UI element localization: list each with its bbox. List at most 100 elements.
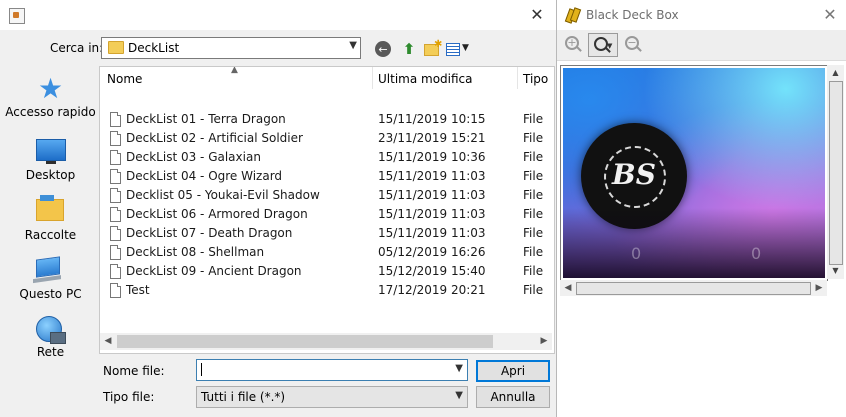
places-bar: ★ Accesso rapido Desktop Raccolte Questo… bbox=[4, 66, 97, 416]
scrollbar-thumb[interactable] bbox=[117, 335, 493, 348]
file-type: File bbox=[523, 188, 544, 202]
file-row[interactable]: DeckList 08 - Shellman 05/12/2019 16:26 … bbox=[100, 243, 554, 262]
place-label: Desktop bbox=[25, 168, 76, 182]
scrollbar-thumb[interactable] bbox=[829, 81, 843, 265]
file-type: File bbox=[523, 169, 544, 183]
place-label: Questo PC bbox=[19, 287, 82, 301]
column-header-name[interactable]: Nome bbox=[107, 72, 142, 86]
place-quick-access[interactable]: ★ Accesso rapido bbox=[4, 75, 97, 120]
scroll-down-icon[interactable]: ▼ bbox=[827, 263, 844, 279]
file-icon bbox=[110, 226, 121, 241]
open-button[interactable]: Apri bbox=[476, 360, 550, 382]
look-in-dropdown[interactable]: DeckList ▼ bbox=[101, 37, 361, 59]
file-row[interactable]: DeckList 01 - Terra Dragon 15/11/2019 10… bbox=[100, 110, 554, 129]
file-type-label: Tipo file: bbox=[103, 390, 155, 404]
dialog-close-button[interactable]: ✕ bbox=[526, 5, 548, 25]
view-menu-button[interactable]: ▼ bbox=[446, 40, 472, 58]
look-in-label: Cerca in: bbox=[50, 41, 104, 55]
file-row[interactable]: Decklist 05 - Youkai-Evil Shadow 15/11/2… bbox=[100, 186, 554, 205]
file-icon bbox=[110, 245, 121, 260]
file-modified: 05/12/2019 16:26 bbox=[378, 245, 486, 259]
text-caret bbox=[201, 363, 202, 376]
file-row[interactable]: DeckList 06 - Armored Dragon 15/11/2019 … bbox=[100, 205, 554, 224]
chevron-down-icon[interactable]: ▼ bbox=[455, 363, 463, 374]
file-icon bbox=[110, 283, 121, 298]
chevron-down-icon: ▼ bbox=[462, 43, 469, 53]
cancel-button[interactable]: Annulla bbox=[476, 386, 550, 408]
column-divider[interactable] bbox=[517, 67, 518, 89]
back-button[interactable]: ← bbox=[375, 41, 391, 57]
file-name: Decklist 05 - Youkai-Evil Shadow bbox=[126, 188, 320, 202]
file-icon bbox=[110, 169, 121, 184]
file-modified: 15/11/2019 11:03 bbox=[378, 169, 486, 183]
place-label: Rete bbox=[36, 345, 65, 359]
file-type: File bbox=[523, 245, 544, 259]
deck-box-window: Black Deck Box ✕ + ▼ − BS 0 0 ▲ ▼ ◀ ▶ bbox=[557, 0, 846, 417]
image-vertical-scrollbar[interactable]: ▲ ▼ bbox=[827, 65, 844, 279]
desktop-icon bbox=[35, 139, 66, 164]
deck-counter-left: 0 bbox=[631, 244, 642, 263]
file-name-input[interactable]: ▼ bbox=[196, 359, 468, 381]
place-label: Raccolte bbox=[24, 228, 77, 242]
file-type: File bbox=[523, 226, 544, 240]
zoom-out-button[interactable]: − bbox=[620, 33, 644, 55]
deck-box-image: BS 0 0 bbox=[563, 68, 825, 278]
scroll-left-icon[interactable]: ◀ bbox=[560, 281, 576, 296]
scrollbar-thumb[interactable] bbox=[576, 282, 811, 295]
file-icon bbox=[110, 131, 121, 146]
column-divider[interactable] bbox=[372, 67, 373, 89]
file-type: File bbox=[523, 112, 544, 126]
file-modified: 15/11/2019 11:03 bbox=[378, 207, 486, 221]
file-row[interactable]: DeckList 04 - Ogre Wizard 15/11/2019 11:… bbox=[100, 167, 554, 186]
file-row[interactable]: DeckList 09 - Ancient Dragon 15/12/2019 … bbox=[100, 262, 554, 281]
file-modified: 17/12/2019 20:21 bbox=[378, 283, 486, 297]
file-icon bbox=[110, 264, 121, 279]
file-type-dropdown[interactable]: Tutti i file (*.*) ▼ bbox=[196, 386, 468, 408]
computer-icon bbox=[35, 256, 60, 278]
chevron-down-icon: ▼ bbox=[455, 390, 463, 401]
deck-window-title: Black Deck Box bbox=[586, 8, 679, 22]
column-header-type[interactable]: Tipo bbox=[523, 72, 548, 86]
deck-window-close-button[interactable]: ✕ bbox=[822, 5, 838, 25]
scroll-right-icon[interactable]: ▶ bbox=[811, 281, 827, 296]
up-one-level-button[interactable]: ⬆ bbox=[400, 40, 418, 58]
file-name: Test bbox=[126, 283, 150, 297]
place-desktop[interactable]: Desktop bbox=[4, 136, 97, 182]
arrow-up-icon: ⬆ bbox=[402, 40, 416, 58]
file-icon bbox=[110, 207, 121, 222]
file-row[interactable]: Test 17/12/2019 20:21 File bbox=[100, 281, 554, 300]
place-libraries[interactable]: Raccolte bbox=[4, 195, 97, 242]
column-header-modified[interactable]: Ultima modifica bbox=[378, 72, 473, 86]
place-this-pc[interactable]: Questo PC bbox=[4, 256, 97, 301]
scroll-left-icon[interactable]: ◀ bbox=[100, 334, 116, 349]
file-list[interactable]: Nome ▲ Ultima modifica Tipo DeckList 01 … bbox=[99, 66, 555, 354]
file-modified: 15/12/2019 15:40 bbox=[378, 264, 486, 278]
file-type: File bbox=[523, 150, 544, 164]
file-name: DeckList 04 - Ogre Wizard bbox=[126, 169, 283, 183]
file-row[interactable]: DeckList 03 - Galaxian 15/11/2019 10:36 … bbox=[100, 148, 554, 167]
place-network[interactable]: Rete bbox=[4, 316, 97, 359]
zoom-menu-button[interactable]: ▼ bbox=[588, 33, 618, 57]
file-list-horizontal-scrollbar[interactable]: ◀ ▶ bbox=[100, 333, 552, 350]
zoom-in-button[interactable]: + bbox=[560, 33, 584, 55]
scroll-right-icon[interactable]: ▶ bbox=[536, 334, 552, 349]
dialog-titlebar: ✕ bbox=[0, 0, 556, 30]
scroll-up-icon[interactable]: ▲ bbox=[827, 65, 844, 81]
file-modified: 15/11/2019 11:03 bbox=[378, 226, 486, 240]
new-folder-button[interactable]: ✱ bbox=[423, 39, 442, 58]
file-name: DeckList 09 - Ancient Dragon bbox=[126, 264, 302, 278]
file-type: File bbox=[523, 283, 544, 297]
arrow-left-icon: ← bbox=[378, 43, 388, 56]
file-name: DeckList 08 - Shellman bbox=[126, 245, 265, 259]
deck-image-viewport[interactable]: BS 0 0 bbox=[560, 65, 828, 281]
zoom-icon bbox=[594, 37, 608, 51]
file-icon bbox=[110, 188, 121, 203]
file-name: DeckList 01 - Terra Dragon bbox=[126, 112, 286, 126]
image-horizontal-scrollbar[interactable]: ◀ ▶ bbox=[560, 280, 827, 296]
file-row[interactable]: DeckList 02 - Artificial Soldier 23/11/2… bbox=[100, 129, 554, 148]
file-type: File bbox=[523, 207, 544, 221]
file-modified: 15/11/2019 10:36 bbox=[378, 150, 486, 164]
file-icon bbox=[110, 112, 121, 127]
file-row[interactable]: DeckList 07 - Death Dragon 15/11/2019 11… bbox=[100, 224, 554, 243]
file-name: DeckList 03 - Galaxian bbox=[126, 150, 261, 164]
